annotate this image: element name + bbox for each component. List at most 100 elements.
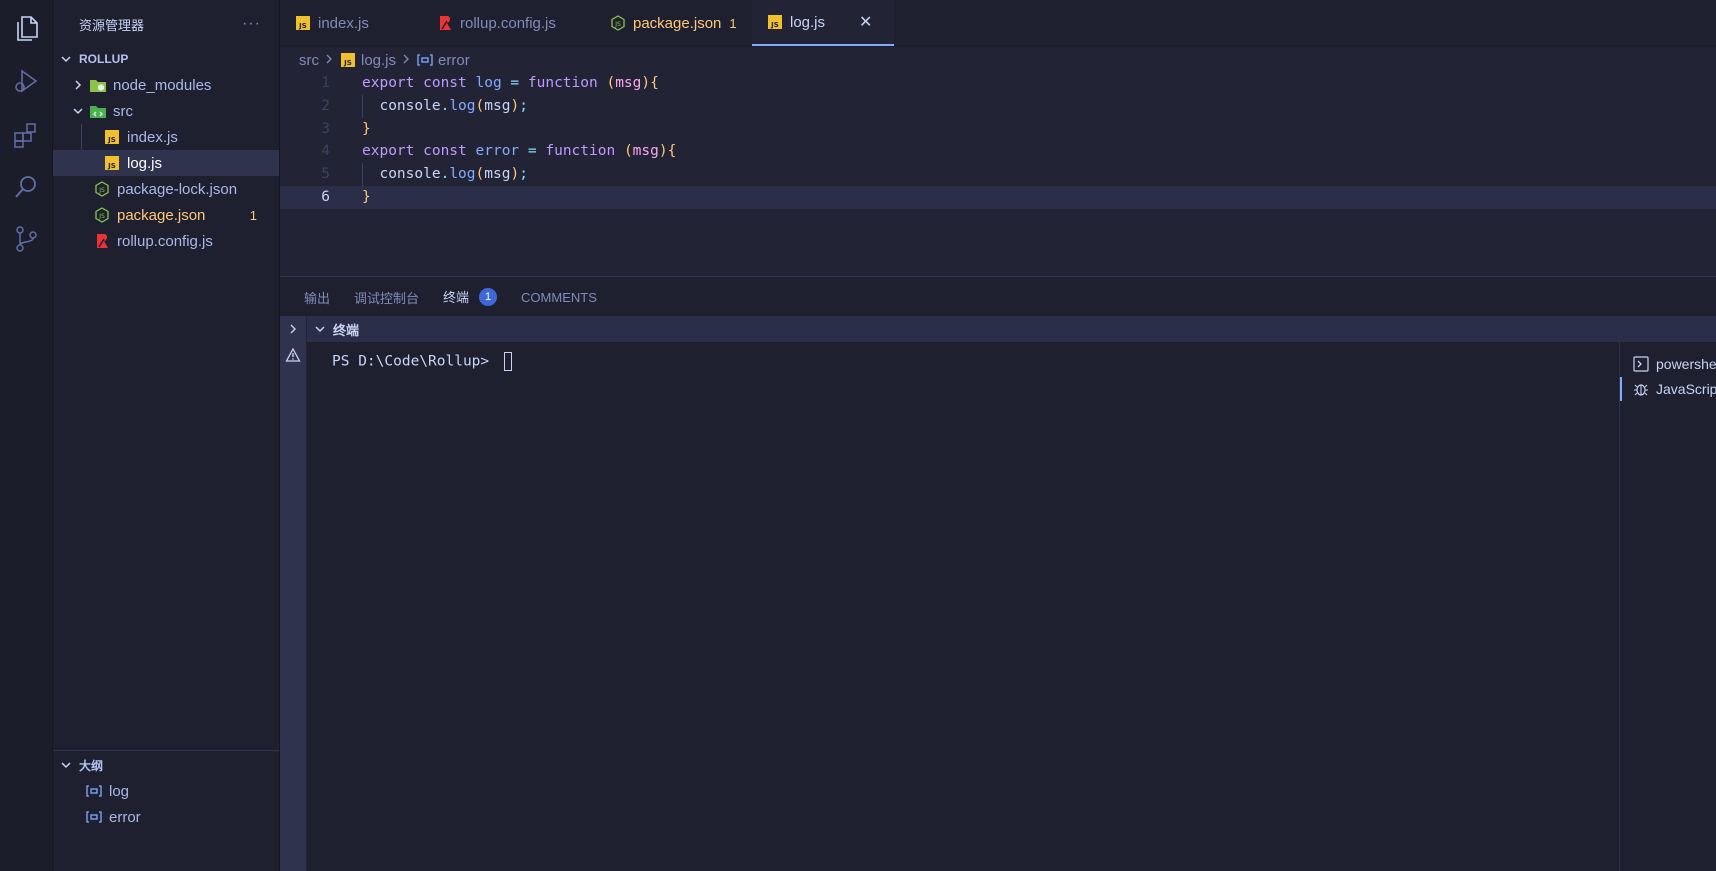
code-editor[interactable]: 1 export const log = function (msg){2 con… xyxy=(280,72,1716,209)
panel-tab-label: 调试控制台 xyxy=(354,290,420,306)
svg-text:JS: JS xyxy=(298,22,307,30)
code-token: ) xyxy=(510,97,520,114)
js-file-icon: JS xyxy=(339,51,357,69)
folder-root-label: ROLLUP xyxy=(79,52,129,66)
outline-header[interactable]: 大纲 xyxy=(53,752,279,778)
panel-tab-label: 终端 xyxy=(443,290,470,305)
indent-guide xyxy=(362,94,363,118)
outline-item-log[interactable]: log xyxy=(53,778,279,804)
code-text: export const error = function (msg){ xyxy=(362,140,676,163)
terminal-icon xyxy=(1632,355,1650,373)
outline-divider xyxy=(53,750,279,751)
tab-index-js[interactable]: JS index.js xyxy=(280,0,422,46)
code-token: msg xyxy=(615,75,642,91)
code-token: export xyxy=(362,143,424,160)
rollup-file-icon xyxy=(436,14,454,32)
chevron-right-icon[interactable] xyxy=(287,322,299,338)
tree-item-log-js[interactable]: JS log.js xyxy=(53,150,279,176)
search-icon[interactable] xyxy=(11,172,41,202)
tree-item-label: src xyxy=(113,102,133,120)
code-token: msg xyxy=(632,143,659,160)
code-line[interactable]: 4 export const error = function (msg){ xyxy=(280,140,1716,163)
code-token: const xyxy=(423,75,476,91)
terminal-cursor xyxy=(503,352,512,371)
run-debug-icon[interactable] xyxy=(11,66,41,96)
line-number: 4 xyxy=(321,143,330,160)
code-token: ; xyxy=(519,97,528,114)
code-text: } xyxy=(362,186,371,209)
tab-comments[interactable]: COMMENTS xyxy=(521,277,597,317)
explorer-icon[interactable] xyxy=(11,14,41,44)
tab-log-js[interactable]: JS log.js ✕ xyxy=(752,0,894,46)
panel-side-gutter xyxy=(280,316,306,871)
code-token: log xyxy=(449,166,476,183)
terminal[interactable]: PS D:\Code\Rollup> xyxy=(307,342,1619,871)
line-number: 5 xyxy=(321,166,330,183)
code-line[interactable]: 2 console.log(msg); xyxy=(280,95,1716,118)
extensions-icon[interactable] xyxy=(11,120,41,150)
js-file-icon: JS xyxy=(294,14,312,32)
code-token: ( xyxy=(475,97,485,114)
terminal-section-header[interactable]: 终端 xyxy=(307,316,1716,342)
rollup-file-icon xyxy=(93,232,111,250)
tree-item-node-modules[interactable]: node_modules xyxy=(53,72,279,98)
terminal-section-title: 终端 xyxy=(333,322,360,338)
terminal-count-badge: 1 xyxy=(479,287,498,306)
chevron-right-icon xyxy=(71,78,85,92)
line-number: 6 xyxy=(321,188,330,205)
folder-root[interactable]: ROLLUP xyxy=(53,46,279,72)
source-control-icon[interactable] xyxy=(11,224,41,254)
tree-item-label: package-lock.json xyxy=(117,180,238,198)
code-token: ( xyxy=(475,166,485,183)
tree-item-label: package.json xyxy=(117,206,206,224)
breadcrumb-file[interactable]: log.js xyxy=(361,52,396,69)
tab-label: rollup.config.js xyxy=(460,14,556,32)
code-line[interactable]: 5 console.log(msg); xyxy=(280,163,1716,186)
code-token: ){ xyxy=(641,75,659,91)
terminal-item-powershell[interactable]: powershell xyxy=(1632,352,1716,376)
code-token: const xyxy=(423,143,476,160)
tab-rollup-config[interactable]: rollup.config.js xyxy=(422,0,595,46)
terminal-prompt-line: PS D:\Code\Rollup> xyxy=(332,352,512,371)
code-token: msg xyxy=(484,166,511,183)
tree-item-src[interactable]: src xyxy=(53,98,279,124)
code-text: console.log(msg); xyxy=(362,95,528,118)
tab-label: package.json xyxy=(633,14,722,32)
tree-item-rollup-config[interactable]: rollup.config.js xyxy=(53,228,279,254)
tree-item-label: log.js xyxy=(127,154,163,172)
code-token: ; xyxy=(519,166,528,183)
chevron-down-icon xyxy=(313,322,327,336)
warning-icon[interactable] xyxy=(285,347,301,366)
line-number: 3 xyxy=(321,120,330,137)
svg-text:JS: JS xyxy=(98,213,105,220)
code-line[interactable]: 6} xyxy=(280,185,1716,209)
close-icon[interactable]: ✕ xyxy=(859,12,872,32)
tree-item-label: node_modules xyxy=(113,76,212,94)
tab-terminal[interactable]: 终端 1 xyxy=(443,277,498,317)
variable-symbol-icon xyxy=(85,808,103,826)
explorer-header: 资源管理器 ··· xyxy=(53,0,279,48)
nodejs-file-icon: JS xyxy=(93,206,111,224)
breadcrumb-symbol[interactable]: error xyxy=(438,52,470,69)
breadcrumb-folder[interactable]: src xyxy=(299,52,319,69)
more-actions-icon[interactable]: ··· xyxy=(242,15,261,33)
tab-label: index.js xyxy=(318,14,369,32)
terminal-item-label: powershell xyxy=(1656,356,1716,372)
code-token: function xyxy=(527,75,607,91)
tab-package-json[interactable]: JS package.json 1 xyxy=(595,0,752,46)
editor-tabs: JS index.js rollup.config.js JS package.… xyxy=(280,0,1716,47)
code-line[interactable]: 1 export const log = function (msg){ xyxy=(280,72,1716,95)
chevron-down-icon xyxy=(59,758,73,772)
terminal-item-js-debug[interactable]: JavaScript Debug Terminal xyxy=(1632,377,1716,401)
outline-item-error[interactable]: error xyxy=(53,804,279,830)
tree-item-package-lock[interactable]: JS package-lock.json xyxy=(53,176,279,202)
indent-guide xyxy=(362,163,363,186)
variable-symbol-icon xyxy=(85,782,103,800)
tree-item-package-json[interactable]: JS package.json 1 xyxy=(53,202,279,228)
tab-output[interactable]: 输出 xyxy=(304,277,330,317)
code-line[interactable]: 3} xyxy=(280,118,1716,141)
tree-item-index-js[interactable]: JS index.js xyxy=(53,124,279,150)
tab-debug-console[interactable]: 调试控制台 xyxy=(354,277,419,317)
chevron-right-icon xyxy=(401,52,411,69)
svg-text:JS: JS xyxy=(107,136,116,144)
